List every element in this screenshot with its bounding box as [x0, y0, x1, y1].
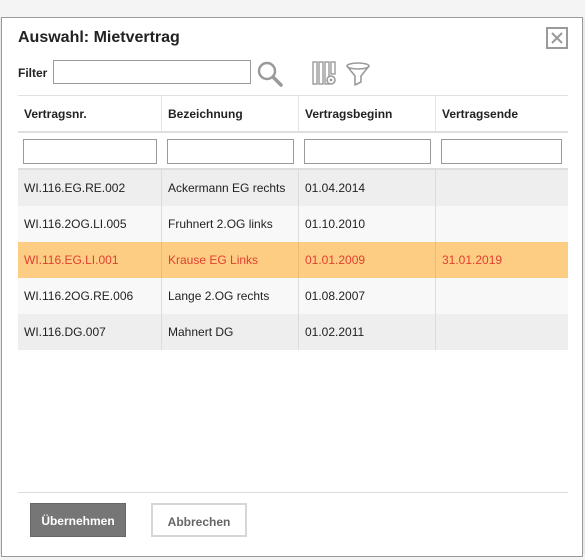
column-header-vertragsnr[interactable]: Vertragsnr. [18, 96, 161, 132]
column-filter-vertragsende[interactable] [441, 139, 562, 164]
footer-divider [18, 492, 568, 493]
table-body: WI.116.EG.RE.002 Ackermann EG rechts 01.… [18, 170, 568, 350]
close-button[interactable] [546, 27, 568, 49]
cell-vertragsende [435, 278, 568, 314]
cell-vertragsnr: WI.116.EG.RE.002 [24, 181, 126, 195]
cell-vertragsende: 31.01.2019 [435, 242, 568, 278]
cell-vertragsbeginn: 01.10.2010 [298, 206, 435, 242]
column-filter-row [18, 133, 568, 170]
cell-bezeichnung: Fruhnert 2.OG links [161, 206, 298, 242]
table-row[interactable]: WI.116.2OG.RE.006 Lange 2.OG rechts 01.0… [18, 278, 568, 314]
filter-label: Filter [18, 66, 48, 80]
cell-vertragsnr: WI.116.DG.007 [24, 325, 106, 339]
table-header-row: Vertragsnr. Bezeichnung Vertragsbeginn V… [18, 95, 568, 133]
cell-vertragsbeginn: 01.01.2009 [298, 242, 435, 278]
column-header-vertragsende[interactable]: Vertragsende [435, 96, 568, 132]
background-page-strip [0, 0, 585, 18]
cell-vertragsbeginn: 01.02.2011 [298, 314, 435, 350]
cell-bezeichnung: Lange 2.OG rechts [161, 278, 298, 314]
table-row[interactable]: WI.116.EG.RE.002 Ackermann EG rechts 01.… [18, 170, 568, 206]
cell-bezeichnung: Krause EG Links [161, 242, 298, 278]
abbrechen-button[interactable]: Abbrechen [151, 503, 247, 537]
cell-vertragsnr: WI.116.2OG.RE.006 [24, 289, 134, 303]
funnel-filter-icon[interactable] [344, 60, 372, 88]
dialog-title: Auswahl: Mietvertrag [18, 29, 180, 46]
cell-vertragsende [435, 170, 568, 206]
cell-vertragsnr: WI.116.2OG.LI.005 [24, 217, 127, 231]
table-row-selected[interactable]: WI.116.EG.LI.001 Krause EG Links 01.01.2… [18, 242, 568, 278]
column-filter-vertragsbeginn[interactable] [304, 139, 431, 164]
cell-vertragsbeginn: 01.08.2007 [298, 278, 435, 314]
cell-vertragsende [435, 206, 568, 242]
filter-input[interactable] [53, 60, 251, 84]
column-header-vertragsbeginn[interactable]: Vertragsbeginn [298, 96, 435, 132]
cell-bezeichnung: Ackermann EG rechts [161, 170, 298, 206]
uebernehmen-button[interactable]: Übernehmen [30, 503, 126, 537]
contract-selection-dialog: Auswahl: Mietvertrag Filter Vertragsnr. … [1, 17, 583, 557]
search-icon[interactable] [256, 60, 284, 88]
column-filter-vertragsnr[interactable] [23, 139, 157, 164]
column-settings-icon[interactable] [311, 60, 339, 88]
column-filter-bezeichnung[interactable] [167, 139, 294, 164]
table-row[interactable]: WI.116.2OG.LI.005 Fruhnert 2.OG links 01… [18, 206, 568, 242]
cell-vertragsbeginn: 01.04.2014 [298, 170, 435, 206]
cell-vertragsende [435, 314, 568, 350]
table-row[interactable]: WI.116.DG.007 Mahnert DG 01.02.2011 [18, 314, 568, 350]
contracts-table: Vertragsnr. Bezeichnung Vertragsbeginn V… [18, 95, 568, 351]
cell-vertragsnr: WI.116.EG.LI.001 [24, 253, 119, 267]
close-icon [551, 32, 563, 44]
column-header-bezeichnung[interactable]: Bezeichnung [161, 96, 298, 132]
cell-bezeichnung: Mahnert DG [161, 314, 298, 350]
